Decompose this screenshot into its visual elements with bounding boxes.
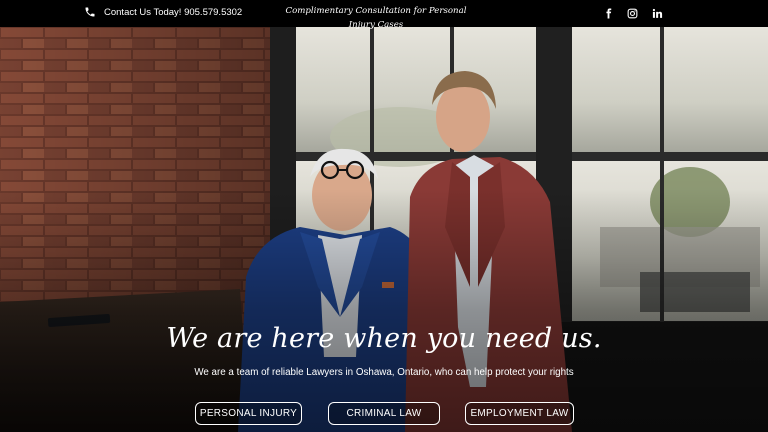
hero-headline: We are here when you need us. xyxy=(166,323,602,354)
facebook-icon xyxy=(605,7,611,19)
instagram-icon xyxy=(627,8,637,18)
linkedin-icon xyxy=(652,8,662,18)
personal-injury-button[interactable]: PERSONAL INJURY xyxy=(195,402,302,425)
linkedin-link[interactable] xyxy=(650,6,664,20)
phone-icon xyxy=(85,7,95,17)
instagram-link[interactable] xyxy=(625,6,639,20)
hero-section: We are here when you need us. We are a t… xyxy=(0,27,768,432)
hero-subheadline: We are a team of reliable Lawyers in Osh… xyxy=(194,367,574,378)
facebook-link[interactable] xyxy=(601,6,615,20)
tagline: Complimentary Consultation for Personal … xyxy=(285,6,467,30)
top-bar: Contact Us Today! 905.579.5302 Complimen… xyxy=(0,0,768,30)
criminal-law-button[interactable]: CRIMINAL LAW xyxy=(328,402,440,425)
contact-phone-link[interactable]: Contact Us Today! 905.579.5302 xyxy=(84,6,242,18)
employment-law-button[interactable]: EMPLOYMENT LAW xyxy=(465,402,574,425)
phone-text: Contact Us Today! 905.579.5302 xyxy=(104,6,243,18)
